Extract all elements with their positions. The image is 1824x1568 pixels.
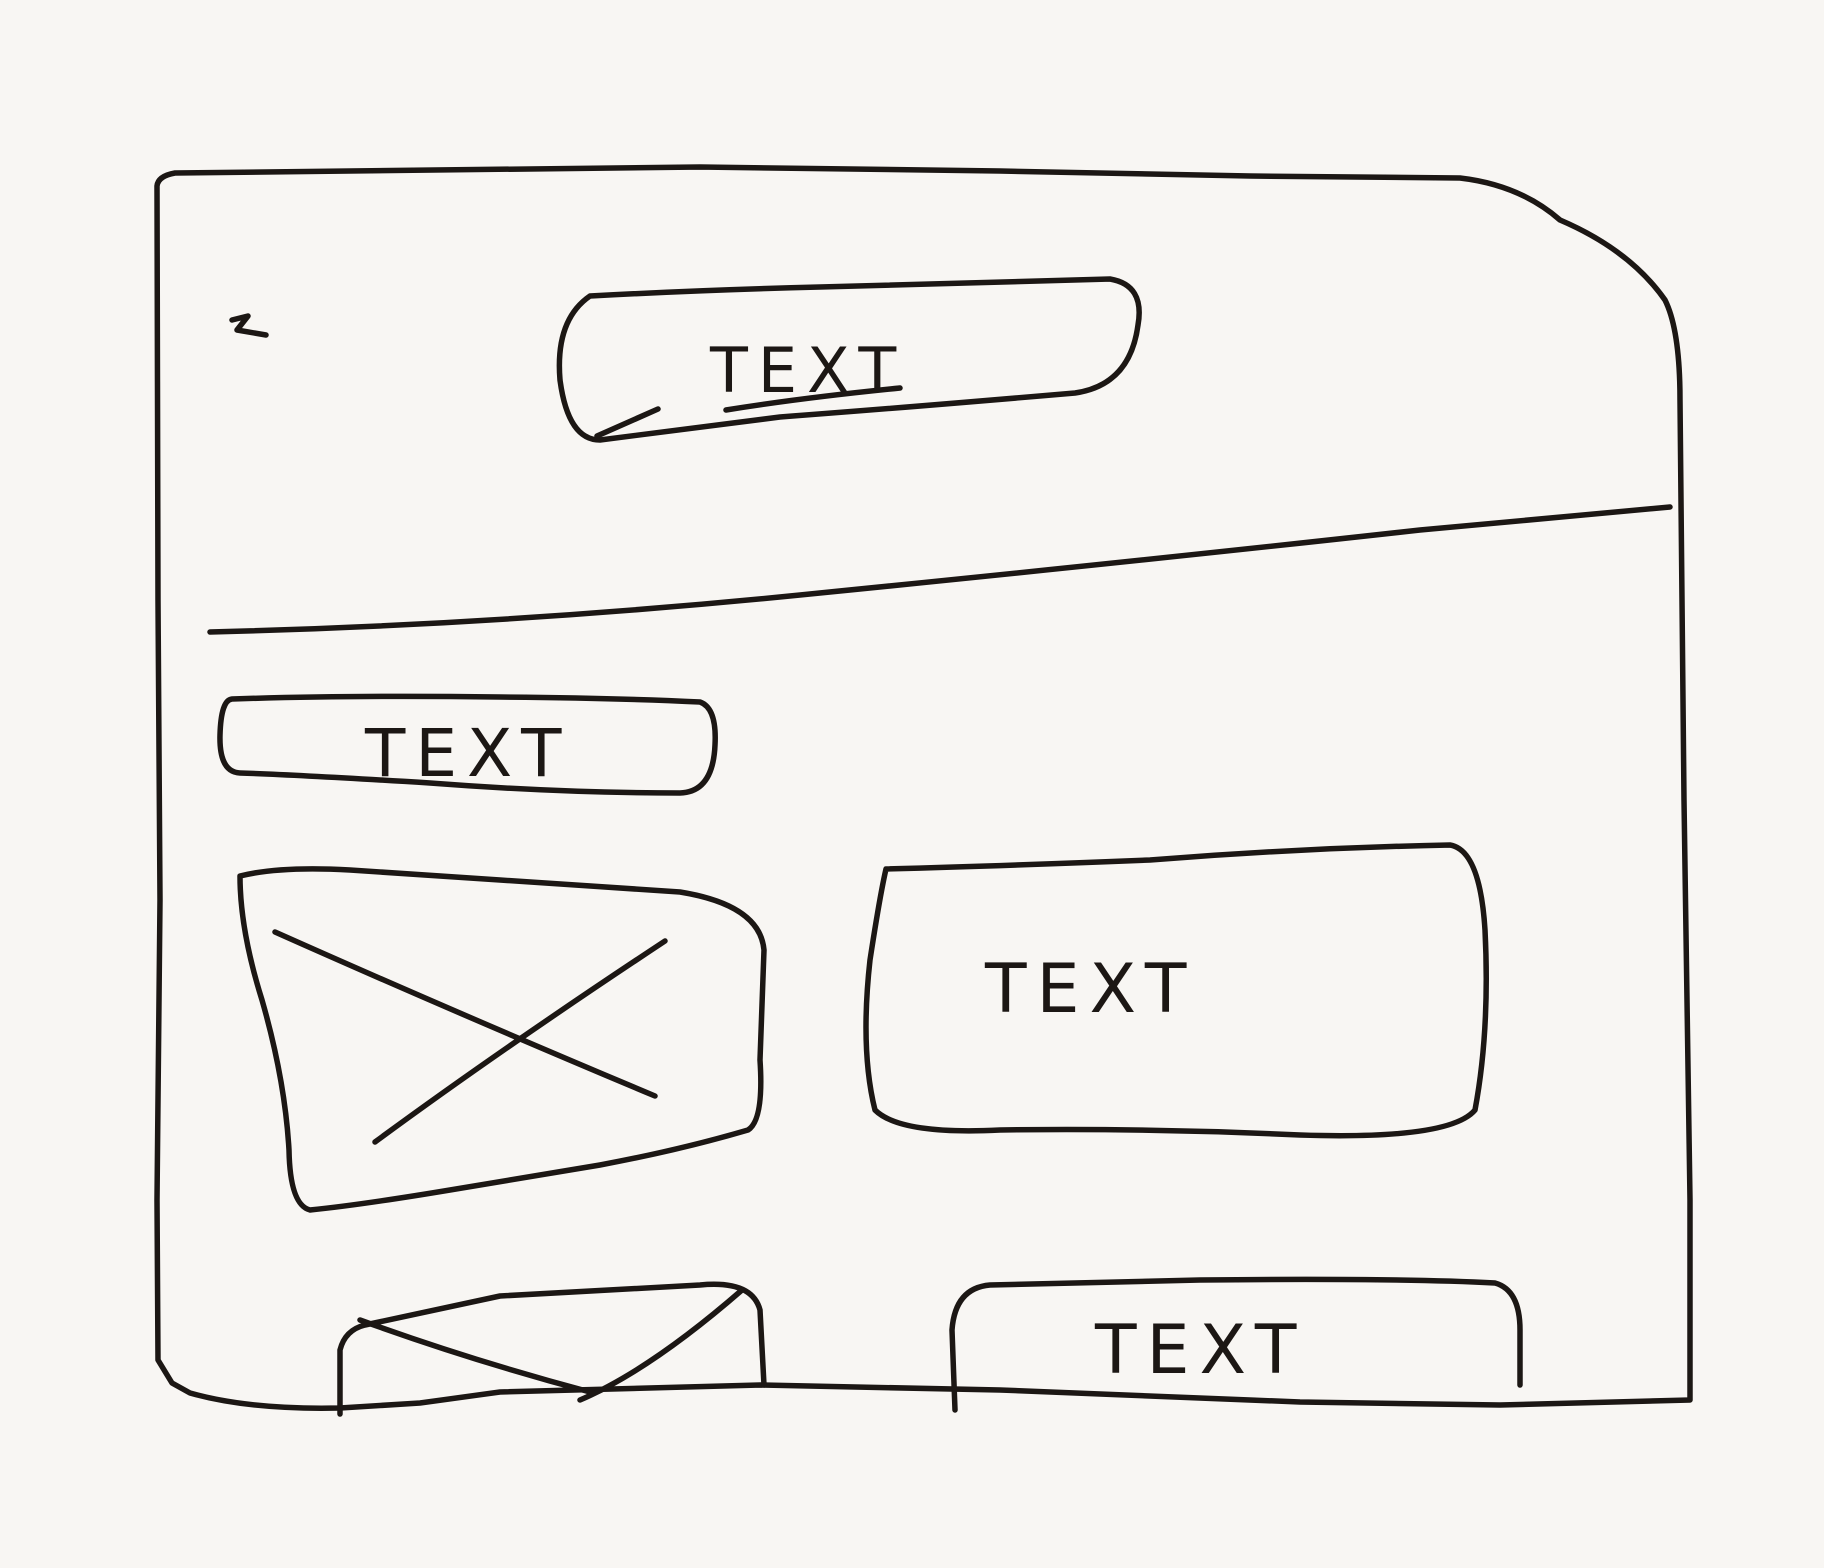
section-label-box[interactable]: TEXT — [217, 693, 718, 796]
image-card-2-outline — [337, 1281, 767, 1417]
image-placeholder-icon — [357, 1287, 745, 1403]
text-card-1-text: TEXT — [984, 950, 1196, 1029]
header-title-box[interactable]: TEXT — [556, 276, 1142, 443]
image-card-1[interactable] — [237, 866, 767, 1213]
image-placeholder-icon — [272, 929, 668, 1145]
section-label-text: TEXT — [364, 715, 571, 792]
wireframe-sketch: TEXT TEXT TEXT TEXT — [154, 164, 1693, 1417]
image-card-1-outline — [237, 866, 767, 1213]
image-card-2[interactable] — [337, 1281, 767, 1417]
stray-mark — [229, 313, 269, 338]
image-placeholder-cross-line-1 — [272, 929, 658, 1099]
image-placeholder-2-cross-line-1 — [357, 1317, 593, 1395]
text-card-2-text: TEXT — [1094, 1311, 1306, 1390]
image-placeholder-cross-line-2 — [372, 938, 668, 1145]
text-card-1[interactable]: TEXT — [863, 842, 1489, 1139]
header-divider — [207, 504, 1673, 635]
